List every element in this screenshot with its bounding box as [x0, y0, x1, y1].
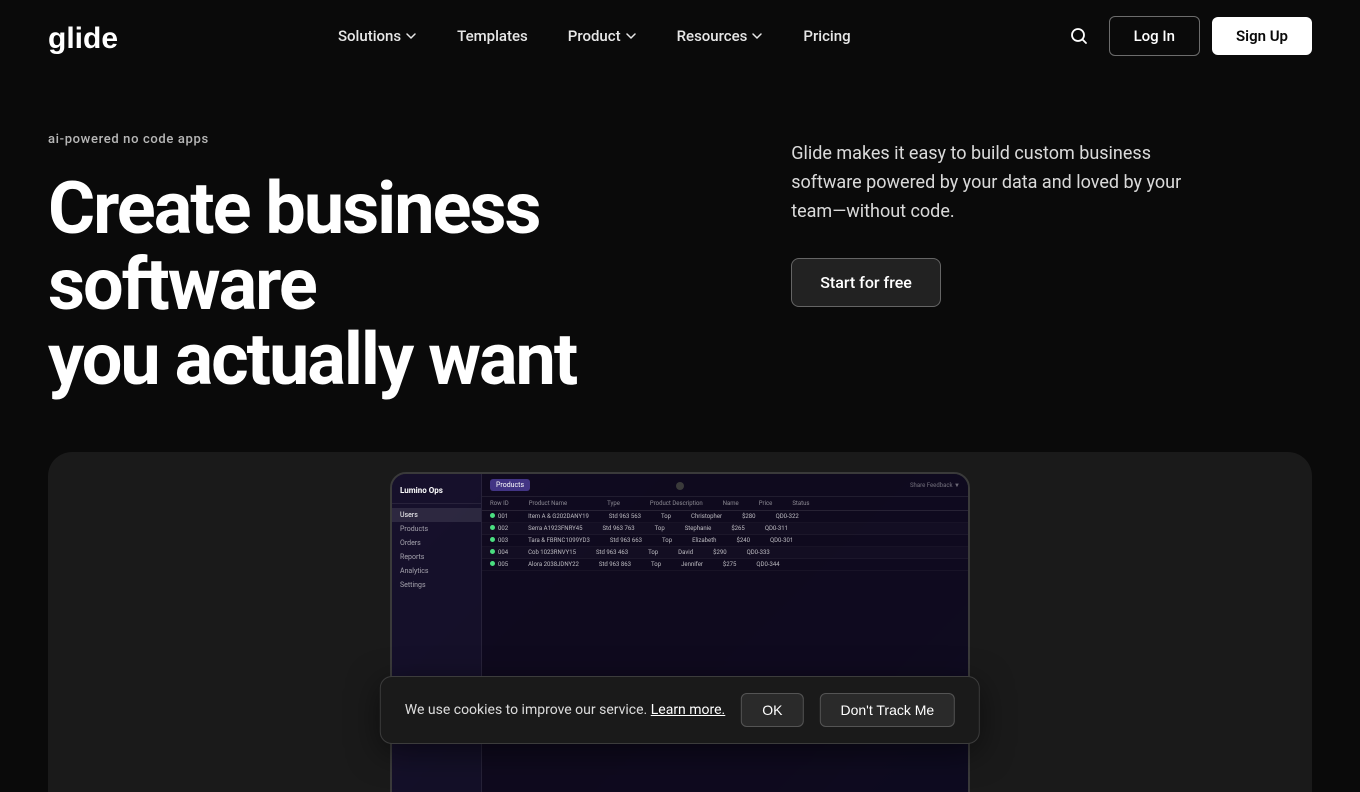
sidebar-item-products[interactable]: Products: [392, 522, 481, 536]
app-active-tab[interactable]: Products: [490, 479, 530, 491]
laptop-screen: Lumino Ops Users Products Orders Reports…: [392, 474, 968, 792]
nav-links: Solutions Templates Product Resources: [322, 19, 867, 53]
search-button[interactable]: [1061, 18, 1097, 54]
logo-icon: glide: [48, 16, 128, 56]
sidebar-item-orders[interactable]: Orders: [392, 536, 481, 550]
chevron-down-icon: [625, 30, 637, 42]
table-row: 003 Tara & FBRNC1099YD3 Std 963 663 Top …: [482, 535, 968, 547]
table-row: 001 Item A & G202DANY19 Std 963 563 Top …: [482, 511, 968, 523]
nav-item-product[interactable]: Product: [552, 19, 653, 53]
hero-title: Create business software you actually wa…: [48, 171, 743, 398]
navbar: glide Solutions Templates Product: [0, 0, 1360, 72]
app-mockup: Lumino Ops Users Products Orders Reports…: [392, 474, 968, 792]
hero-section: AI-powered no code apps Create business …: [0, 72, 1360, 412]
svg-text:glide: glide: [48, 22, 118, 55]
hero-right: Glide makes it easy to build custom busi…: [743, 132, 1312, 412]
hero-description: Glide makes it easy to build custom busi…: [791, 140, 1211, 226]
app-table-header: Row ID Product Name Type Product Descrip…: [482, 497, 968, 511]
chevron-down-icon: [751, 30, 763, 42]
laptop-frame: Lumino Ops Users Products Orders Reports…: [390, 472, 970, 792]
nav-item-resources[interactable]: Resources: [661, 19, 780, 53]
cookie-text: We use cookies to improve our service. L…: [405, 702, 725, 718]
hero-badge: AI-powered no code apps: [48, 132, 743, 147]
signup-button[interactable]: Sign Up: [1212, 17, 1312, 55]
nav-actions: Log In Sign Up: [1061, 16, 1312, 56]
app-main-content: Products Share Feedback ▼ Row ID Product…: [482, 474, 968, 792]
laptop-camera: [676, 482, 684, 490]
sidebar-item-analytics[interactable]: Analytics: [392, 564, 481, 578]
cookie-learn-more[interactable]: Learn more.: [651, 702, 726, 718]
nav-item-pricing[interactable]: Pricing: [787, 19, 866, 53]
login-button[interactable]: Log In: [1109, 16, 1200, 56]
cookie-dont-track-button[interactable]: Don't Track Me: [820, 693, 956, 727]
laptop-wrapper: Lumino Ops Users Products Orders Reports…: [390, 472, 970, 792]
app-actions: Share Feedback ▼: [910, 482, 960, 489]
table-row: 005 Alora 2038JDNY22 Std 963 863 Top Jen…: [482, 559, 968, 571]
start-free-button[interactable]: Start for free: [791, 258, 941, 307]
app-topbar: Products Share Feedback ▼: [482, 474, 968, 497]
chevron-down-icon: [405, 30, 417, 42]
search-icon: [1069, 26, 1089, 46]
sidebar-item-users[interactable]: Users: [392, 508, 481, 522]
sidebar-item-reports[interactable]: Reports: [392, 550, 481, 564]
nav-item-templates[interactable]: Templates: [441, 19, 544, 53]
cookie-banner: We use cookies to improve our service. L…: [380, 676, 980, 744]
nav-item-solutions[interactable]: Solutions: [322, 19, 433, 53]
logo[interactable]: glide: [48, 16, 128, 56]
sidebar-item-settings[interactable]: Settings: [392, 578, 481, 592]
table-row: 004 Cob 1023RNVY15 Std 963 463 Top David…: [482, 547, 968, 559]
hero-left: AI-powered no code apps Create business …: [48, 132, 743, 412]
cookie-ok-button[interactable]: OK: [741, 693, 803, 727]
app-logo: Lumino Ops: [392, 482, 481, 504]
app-sidebar: Lumino Ops Users Products Orders Reports…: [392, 474, 482, 792]
table-row: 002 Serra A1923FNRY45 Std 963 763 Top St…: [482, 523, 968, 535]
